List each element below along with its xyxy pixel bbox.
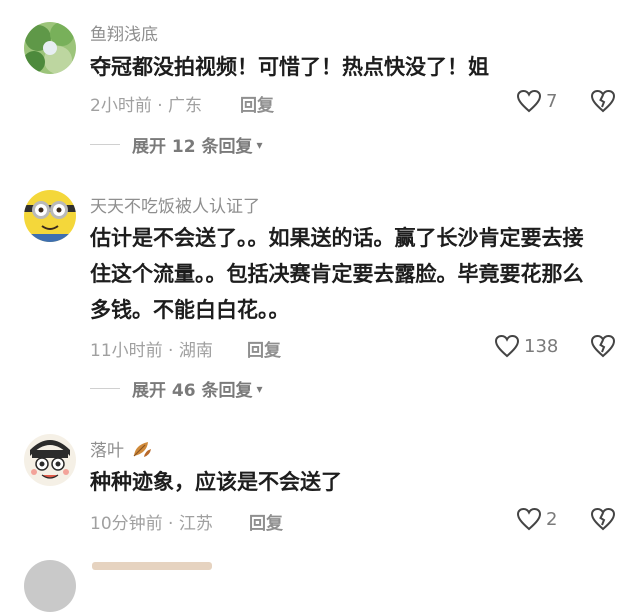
comment-text-line: 种种迹象，应该是不会送了 [90, 470, 342, 494]
comment-text: 估计是不会送了。。如果送的话。赢了长沙肯定要去接 住这个流量。。包括决赛肯定要去… [90, 220, 625, 328]
broken-heart-icon[interactable] [590, 89, 616, 113]
avatar[interactable] [24, 434, 76, 486]
expand-replies-label: 展开 12 条回复 [132, 137, 253, 157]
like-count: 2 [546, 508, 558, 530]
comment-text: 夺冠都没拍视频！可惜了！热点快没了！姐 [90, 49, 625, 85]
like-button[interactable]: 7 [516, 89, 557, 113]
like-count: 138 [524, 335, 559, 357]
reply-button[interactable]: 回复 [247, 336, 281, 361]
divider [90, 144, 120, 145]
comment-text-line: 夺冠都没拍视频！可惜了！热点快没了！姐 [90, 55, 489, 79]
broken-heart-icon[interactable] [590, 334, 616, 358]
chevron-down-icon: ▾ [256, 381, 263, 396]
comment-text-line: 多钱。不能白白花。。 [90, 298, 290, 322]
username[interactable]: 落叶 [90, 436, 153, 461]
divider [90, 388, 120, 389]
time-location: 11小时前 · 湖南 [90, 341, 213, 361]
chevron-down-icon: ▾ [256, 137, 263, 152]
avatar[interactable] [24, 560, 76, 612]
username-text: 落叶 [90, 441, 124, 461]
avatar[interactable] [24, 22, 76, 74]
time-location: 10分钟前 · 江苏 [90, 514, 213, 534]
reply-button[interactable]: 回复 [249, 509, 283, 534]
broken-heart-icon[interactable] [590, 507, 616, 531]
like-count: 7 [546, 90, 558, 112]
username[interactable]: 天天不吃饭被人认证了 [90, 192, 260, 217]
time-location: 2小时前 · 广东 [90, 96, 203, 116]
comment-text-line: 估计是不会送了。。如果送的话。赢了长沙肯定要去接 [90, 226, 584, 250]
comment-text: 种种迹象，应该是不会送了 [90, 464, 625, 500]
expand-replies-button[interactable]: 展开 12 条回复 ▾ [90, 132, 263, 157]
avatar[interactable] [24, 190, 76, 242]
leaf-icon [133, 442, 152, 457]
username[interactable]: 鱼翔浅底 [90, 20, 158, 45]
heart-outline-icon [516, 89, 542, 113]
heart-outline-icon [494, 334, 520, 358]
like-button[interactable]: 2 [516, 507, 557, 531]
like-button[interactable]: 138 [494, 334, 558, 358]
expand-replies-button[interactable]: 展开 46 条回复 ▾ [90, 376, 263, 401]
reply-button[interactable]: 回复 [240, 91, 274, 116]
expand-replies-label: 展开 46 条回复 [132, 381, 253, 401]
heart-outline-icon [516, 507, 542, 531]
comment-text-line: 住这个流量。。包括决赛肯定要去露脸。毕竟要花那么 [90, 262, 584, 286]
